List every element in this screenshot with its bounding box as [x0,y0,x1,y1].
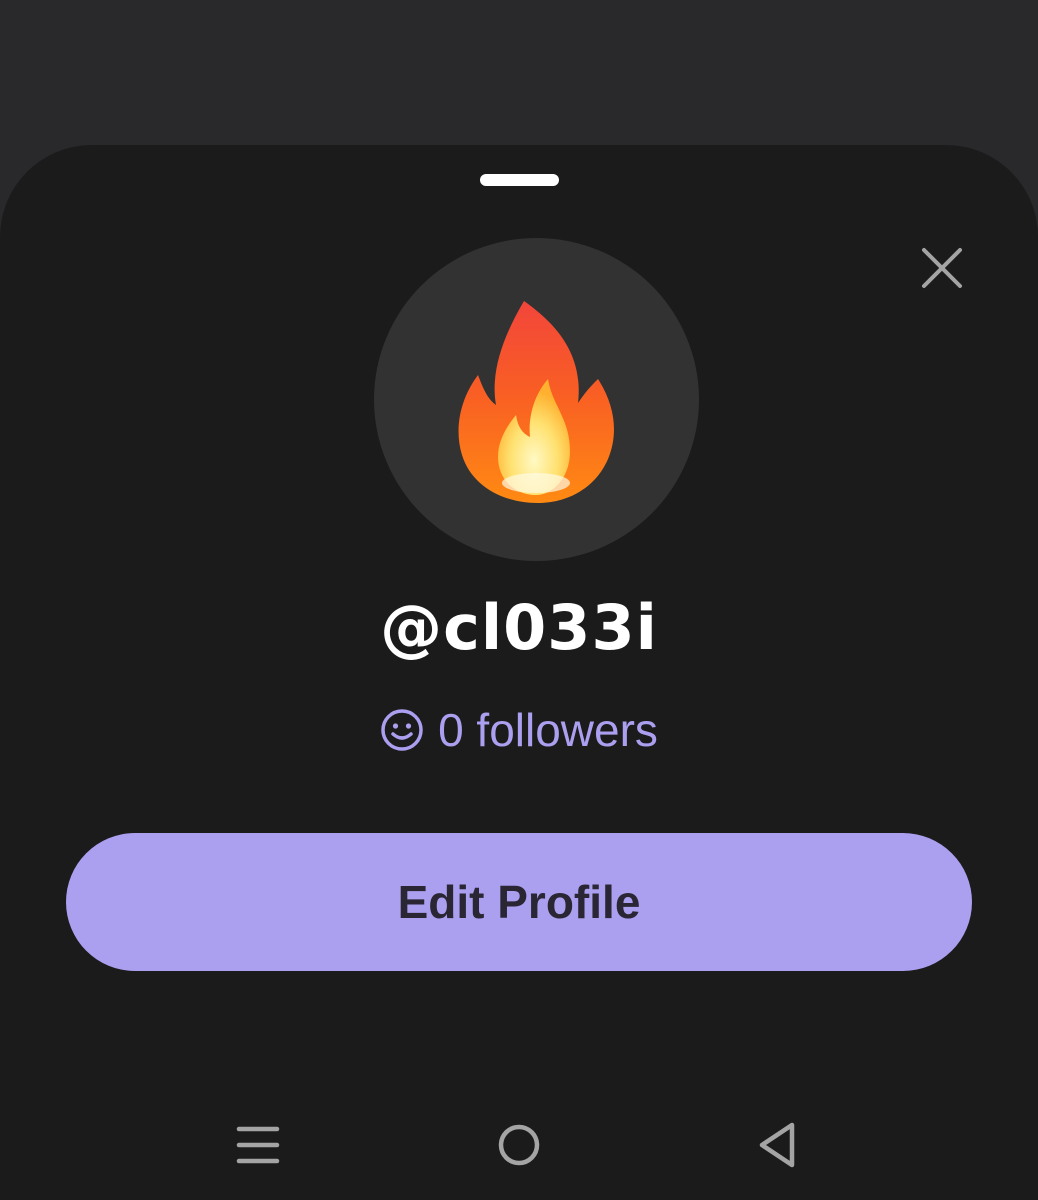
recents-icon [236,1126,280,1164]
username: @cl033i [380,591,658,664]
nav-recents-button[interactable] [213,1100,303,1190]
avatar[interactable] [374,238,699,561]
followers-label: 0 followers [438,704,658,756]
back-icon [759,1122,795,1168]
close-button[interactable] [912,238,972,298]
home-icon [498,1124,540,1166]
edit-profile-button[interactable]: Edit Profile [66,833,972,971]
nav-home-button[interactable] [474,1100,564,1190]
system-navigation-bar [0,1100,1038,1190]
fire-emoji-icon [458,300,614,503]
followers-count[interactable]: 0 followers [0,700,1038,760]
smiley-icon [380,708,424,752]
nav-back-button[interactable] [733,1100,823,1190]
profile-screen: @cl033i 0 followers Edit Profile [0,0,1038,1200]
sheet-drag-handle[interactable] [480,174,559,186]
close-icon [922,248,962,288]
